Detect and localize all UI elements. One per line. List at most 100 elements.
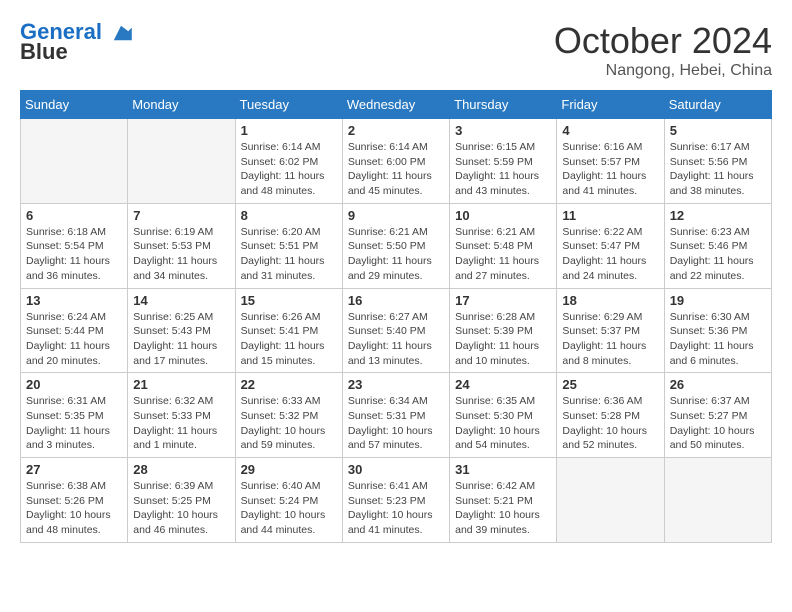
calendar-cell: 23Sunrise: 6:34 AMSunset: 5:31 PMDayligh… bbox=[342, 373, 449, 458]
calendar-cell bbox=[664, 458, 771, 543]
calendar-cell: 1 Sunrise: 6:14 AMSunset: 6:02 PMDaylight… bbox=[235, 119, 342, 204]
calendar-cell: 4 Sunrise: 6:16 AMSunset: 5:57 PMDaylight… bbox=[557, 119, 664, 204]
calendar-cell: 10 Sunrise: 6:21 AMSunset: 5:48 PMDayligh… bbox=[450, 203, 557, 288]
day-number: 22 bbox=[241, 377, 337, 392]
calendar-cell bbox=[557, 458, 664, 543]
week-row-2: 6 Sunrise: 6:18 AMSunset: 5:54 PMDaylight… bbox=[21, 203, 772, 288]
day-info: Sunrise: 6:30 AMSunset: 5:36 PMDaylight:… bbox=[670, 310, 766, 369]
day-info: Sunrise: 6:15 AMSunset: 5:59 PMDaylight:… bbox=[455, 140, 551, 199]
calendar-cell: 5 Sunrise: 6:17 AMSunset: 5:56 PMDaylight… bbox=[664, 119, 771, 204]
day-number: 31 bbox=[455, 462, 551, 477]
calendar-cell: 28 Sunrise: 6:39 AMSunset: 5:25 PMDayligh… bbox=[128, 458, 235, 543]
day-number: 25 bbox=[562, 377, 658, 392]
day-number: 28 bbox=[133, 462, 229, 477]
day-info: Sunrise: 6:21 AMSunset: 5:48 PMDaylight:… bbox=[455, 225, 551, 284]
day-info: Sunrise: 6:14 AMSunset: 6:02 PMDaylight:… bbox=[241, 140, 337, 199]
day-info: Sunrise: 6:17 AMSunset: 5:56 PMDaylight:… bbox=[670, 140, 766, 199]
day-number: 20 bbox=[26, 377, 122, 392]
day-info: Sunrise: 6:39 AMSunset: 5:25 PMDaylight:… bbox=[133, 479, 229, 538]
page-header: General Blue October 2024 Nangong, Hebei… bbox=[20, 20, 772, 80]
day-number: 2 bbox=[348, 123, 444, 138]
week-row-5: 27Sunrise: 6:38 AMSunset: 5:26 PMDayligh… bbox=[21, 458, 772, 543]
day-info: Sunrise: 6:31 AMSunset: 5:35 PMDaylight:… bbox=[26, 394, 122, 453]
col-header-friday: Friday bbox=[557, 91, 664, 119]
day-info: Sunrise: 6:29 AMSunset: 5:37 PMDaylight:… bbox=[562, 310, 658, 369]
day-number: 1 bbox=[241, 123, 337, 138]
day-number: 21 bbox=[133, 377, 229, 392]
calendar-table: SundayMondayTuesdayWednesdayThursdayFrid… bbox=[20, 90, 772, 543]
calendar-cell: 11 Sunrise: 6:22 AMSunset: 5:47 PMDayligh… bbox=[557, 203, 664, 288]
day-info: Sunrise: 6:25 AMSunset: 5:43 PMDaylight:… bbox=[133, 310, 229, 369]
calendar-cell: 24Sunrise: 6:35 AMSunset: 5:30 PMDayligh… bbox=[450, 373, 557, 458]
calendar-cell: 30 Sunrise: 6:41 AMSunset: 5:23 PMDayligh… bbox=[342, 458, 449, 543]
location: Nangong, Hebei, China bbox=[554, 62, 772, 80]
calendar-header-row: SundayMondayTuesdayWednesdayThursdayFrid… bbox=[21, 91, 772, 119]
calendar-cell: 22 Sunrise: 6:33 AMSunset: 5:32 PMDayligh… bbox=[235, 373, 342, 458]
day-info: Sunrise: 6:26 AMSunset: 5:41 PMDaylight:… bbox=[241, 310, 337, 369]
calendar-cell: 3 Sunrise: 6:15 AMSunset: 5:59 PMDaylight… bbox=[450, 119, 557, 204]
day-info: Sunrise: 6:40 AMSunset: 5:24 PMDaylight:… bbox=[241, 479, 337, 538]
calendar-cell: 17 Sunrise: 6:28 AMSunset: 5:39 PMDayligh… bbox=[450, 288, 557, 373]
col-header-saturday: Saturday bbox=[664, 91, 771, 119]
col-header-thursday: Thursday bbox=[450, 91, 557, 119]
day-number: 23 bbox=[348, 377, 444, 392]
day-number: 24 bbox=[455, 377, 551, 392]
logo-icon bbox=[110, 24, 132, 42]
logo: General Blue bbox=[20, 20, 132, 64]
day-number: 17 bbox=[455, 293, 551, 308]
day-number: 30 bbox=[348, 462, 444, 477]
calendar-cell: 26Sunrise: 6:37 AMSunset: 5:27 PMDayligh… bbox=[664, 373, 771, 458]
day-info: Sunrise: 6:21 AMSunset: 5:50 PMDaylight:… bbox=[348, 225, 444, 284]
col-header-sunday: Sunday bbox=[21, 91, 128, 119]
calendar-cell: 21 Sunrise: 6:32 AMSunset: 5:33 PMDayligh… bbox=[128, 373, 235, 458]
col-header-tuesday: Tuesday bbox=[235, 91, 342, 119]
calendar-cell: 18 Sunrise: 6:29 AMSunset: 5:37 PMDayligh… bbox=[557, 288, 664, 373]
calendar-cell: 27Sunrise: 6:38 AMSunset: 5:26 PMDayligh… bbox=[21, 458, 128, 543]
day-number: 6 bbox=[26, 208, 122, 223]
week-row-3: 13 Sunrise: 6:24 AMSunset: 5:44 PMDayligh… bbox=[21, 288, 772, 373]
day-number: 3 bbox=[455, 123, 551, 138]
day-number: 10 bbox=[455, 208, 551, 223]
day-number: 12 bbox=[670, 208, 766, 223]
day-info: Sunrise: 6:18 AMSunset: 5:54 PMDaylight:… bbox=[26, 225, 122, 284]
calendar-cell: 20 Sunrise: 6:31 AMSunset: 5:35 PMDayligh… bbox=[21, 373, 128, 458]
calendar-cell: 9Sunrise: 6:21 AMSunset: 5:50 PMDaylight… bbox=[342, 203, 449, 288]
day-info: Sunrise: 6:19 AMSunset: 5:53 PMDaylight:… bbox=[133, 225, 229, 284]
title-block: October 2024 Nangong, Hebei, China bbox=[554, 20, 772, 80]
day-info: Sunrise: 6:24 AMSunset: 5:44 PMDaylight:… bbox=[26, 310, 122, 369]
day-info: Sunrise: 6:28 AMSunset: 5:39 PMDaylight:… bbox=[455, 310, 551, 369]
calendar-cell bbox=[128, 119, 235, 204]
col-header-wednesday: Wednesday bbox=[342, 91, 449, 119]
day-number: 14 bbox=[133, 293, 229, 308]
day-info: Sunrise: 6:37 AMSunset: 5:27 PMDaylight:… bbox=[670, 394, 766, 453]
day-info: Sunrise: 6:41 AMSunset: 5:23 PMDaylight:… bbox=[348, 479, 444, 538]
day-info: Sunrise: 6:42 AMSunset: 5:21 PMDaylight:… bbox=[455, 479, 551, 538]
col-header-monday: Monday bbox=[128, 91, 235, 119]
day-info: Sunrise: 6:22 AMSunset: 5:47 PMDaylight:… bbox=[562, 225, 658, 284]
calendar-cell: 29 Sunrise: 6:40 AMSunset: 5:24 PMDayligh… bbox=[235, 458, 342, 543]
day-number: 8 bbox=[241, 208, 337, 223]
day-number: 11 bbox=[562, 208, 658, 223]
calendar-cell: 19Sunrise: 6:30 AMSunset: 5:36 PMDayligh… bbox=[664, 288, 771, 373]
calendar-cell: 12 Sunrise: 6:23 AMSunset: 5:46 PMDayligh… bbox=[664, 203, 771, 288]
day-info: Sunrise: 6:16 AMSunset: 5:57 PMDaylight:… bbox=[562, 140, 658, 199]
day-number: 29 bbox=[241, 462, 337, 477]
day-info: Sunrise: 6:33 AMSunset: 5:32 PMDaylight:… bbox=[241, 394, 337, 453]
day-info: Sunrise: 6:23 AMSunset: 5:46 PMDaylight:… bbox=[670, 225, 766, 284]
day-info: Sunrise: 6:32 AMSunset: 5:33 PMDaylight:… bbox=[133, 394, 229, 453]
day-number: 5 bbox=[670, 123, 766, 138]
calendar-cell bbox=[21, 119, 128, 204]
calendar-cell: 25Sunrise: 6:36 AMSunset: 5:28 PMDayligh… bbox=[557, 373, 664, 458]
day-number: 18 bbox=[562, 293, 658, 308]
day-number: 13 bbox=[26, 293, 122, 308]
day-number: 16 bbox=[348, 293, 444, 308]
day-info: Sunrise: 6:14 AMSunset: 6:00 PMDaylight:… bbox=[348, 140, 444, 199]
calendar-cell: 7Sunrise: 6:19 AMSunset: 5:53 PMDaylight… bbox=[128, 203, 235, 288]
calendar-cell: 31 Sunrise: 6:42 AMSunset: 5:21 PMDayligh… bbox=[450, 458, 557, 543]
day-info: Sunrise: 6:27 AMSunset: 5:40 PMDaylight:… bbox=[348, 310, 444, 369]
calendar-cell: 6 Sunrise: 6:18 AMSunset: 5:54 PMDaylight… bbox=[21, 203, 128, 288]
day-number: 4 bbox=[562, 123, 658, 138]
day-info: Sunrise: 6:38 AMSunset: 5:26 PMDaylight:… bbox=[26, 479, 122, 538]
calendar-cell: 14 Sunrise: 6:25 AMSunset: 5:43 PMDayligh… bbox=[128, 288, 235, 373]
day-info: Sunrise: 6:20 AMSunset: 5:51 PMDaylight:… bbox=[241, 225, 337, 284]
